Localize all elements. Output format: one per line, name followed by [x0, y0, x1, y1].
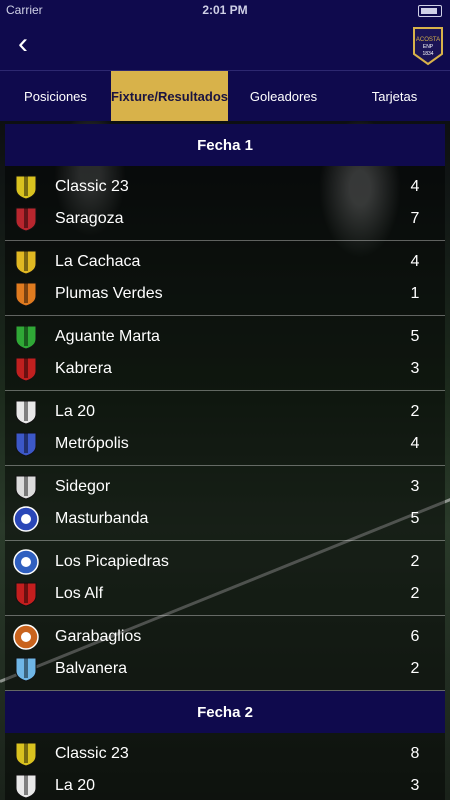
team-score: 3	[410, 478, 420, 495]
team-score: 4	[410, 178, 420, 195]
status-bar: Carrier 2:01 PM	[0, 0, 450, 20]
team-name: Sidegor	[55, 478, 111, 495]
svg-text:1834: 1834	[422, 51, 433, 57]
team-row: Classic 23 4	[5, 171, 445, 203]
round-header: Fecha 1	[5, 124, 445, 166]
team-name: Balvanera	[55, 660, 128, 677]
match-item[interactable]: Classic 23 4 Saragoza 7	[5, 166, 445, 241]
team-score: 8	[410, 745, 420, 762]
team-score: 4	[410, 253, 420, 270]
shield-red-green-icon	[15, 207, 37, 232]
shield-white-black-icon	[15, 475, 37, 500]
team-name: La 20	[55, 777, 96, 794]
match-item[interactable]: Garabaglios 6 Balvanera 2	[5, 616, 445, 691]
shield-green-icon	[15, 325, 37, 350]
shield-white-black-icon	[15, 774, 37, 799]
badge-blue-orange-icon	[13, 549, 39, 575]
team-score: 6	[410, 628, 420, 645]
team-name: La Cachaca	[55, 253, 141, 270]
shield-yellow-black-icon	[15, 250, 37, 275]
team-name: Garabaglios	[55, 628, 142, 645]
team-row: Sidegor 3	[5, 471, 445, 503]
team-row: Kabrera 3	[5, 353, 445, 385]
team-row: La Cachaca 4	[5, 246, 445, 278]
shield-red-black-icon	[15, 582, 37, 607]
match-item[interactable]: Classic 23 8 La 20 3	[5, 733, 445, 800]
team-score: 7	[410, 210, 420, 227]
badge-orange-icon	[13, 624, 39, 650]
badge-blue-icon	[13, 506, 39, 532]
tab-fixture-resultados[interactable]: Fixture/Resultados	[110, 71, 229, 121]
match-item[interactable]: La Cachaca 4 Plumas Verdes 1	[5, 241, 445, 316]
svg-text:ENP: ENP	[423, 44, 434, 50]
back-chevron-icon[interactable]: ‹	[6, 26, 40, 62]
team-row: Garabaglios 6	[5, 621, 445, 653]
tab-goleadores[interactable]: Goleadores	[228, 71, 339, 121]
shield-red-star-icon	[15, 357, 37, 382]
shield-orange-green-icon	[15, 282, 37, 307]
team-row: Balvanera 2	[5, 653, 445, 685]
team-score: 3	[410, 777, 420, 794]
team-row: Saragoza 7	[5, 203, 445, 235]
shield-white-black-icon	[15, 400, 37, 425]
team-row: Plumas Verdes 1	[5, 278, 445, 310]
shield-yellow-black-icon	[15, 175, 37, 200]
team-name: Classic 23	[55, 745, 129, 762]
team-score: 2	[410, 585, 420, 602]
team-row: Los Alf 2	[5, 578, 445, 610]
crest-logo: ACOSTA ENP 1834	[413, 27, 443, 66]
team-name: Saragoza	[55, 210, 124, 227]
team-name: Los Alf	[55, 585, 104, 602]
match-item[interactable]: Sidegor 3 Masturbanda 5	[5, 466, 445, 541]
shield-lightblue-icon	[15, 657, 37, 682]
team-name: Plumas Verdes	[55, 285, 163, 302]
match-item[interactable]: Los Picapiedras 2 Los Alf 2	[5, 541, 445, 616]
team-score: 4	[410, 435, 420, 452]
tab-posiciones[interactable]: Posiciones	[0, 71, 111, 121]
tab-tarjetas[interactable]: Tarjetas	[339, 71, 450, 121]
team-score: 2	[410, 403, 420, 420]
match-item[interactable]: La 20 2 Metrópolis 4	[5, 391, 445, 466]
team-name: Los Picapiedras	[55, 553, 169, 570]
team-score: 3	[410, 360, 420, 377]
team-row: Masturbanda 5	[5, 503, 445, 535]
team-score: 1	[410, 285, 420, 302]
team-row: La 20 2	[5, 396, 445, 428]
tab-bar: Posiciones Fixture/Resultados Goleadores Ta…	[0, 71, 450, 121]
shield-blue-white-icon	[15, 432, 37, 457]
team-row: Los Picapiedras 2	[5, 546, 445, 578]
team-row: Metrópolis 4	[5, 428, 445, 460]
battery-icon	[418, 5, 442, 17]
team-name: Kabrera	[55, 360, 112, 377]
team-name: Aguante Marta	[55, 328, 160, 345]
svg-text:ACOSTA: ACOSTA	[416, 37, 440, 43]
team-row: La 20 3	[5, 770, 445, 800]
nav-bar: ‹ ACOSTA ENP 1834	[0, 20, 450, 71]
team-name: La 20	[55, 403, 96, 420]
team-score: 5	[410, 510, 420, 527]
shield-yellow-black-icon	[15, 742, 37, 767]
team-score: 2	[410, 660, 420, 677]
team-name: Metrópolis	[55, 435, 129, 452]
team-row: Aguante Marta 5	[5, 321, 445, 353]
team-row: Classic 23 8	[5, 738, 445, 770]
team-score: 5	[410, 328, 420, 345]
fixture-list: Fecha 1 Classic 23 4 Saragoza 7 La Cachaca 4 Pl…	[5, 124, 445, 800]
clock: 2:01 PM	[202, 3, 248, 17]
round-header: Fecha 2	[5, 691, 445, 733]
team-score: 2	[410, 553, 420, 570]
team-name: Masturbanda	[55, 510, 149, 527]
team-name: Classic 23	[55, 178, 129, 195]
match-item[interactable]: Aguante Marta 5 Kabrera 3	[5, 316, 445, 391]
